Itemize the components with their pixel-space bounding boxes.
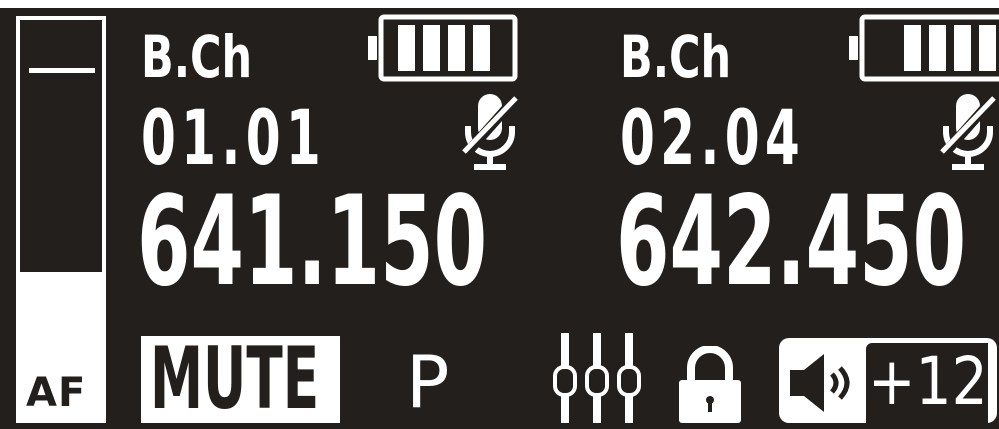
top-border [0, 0, 999, 8]
channel-1-battery-icon [368, 14, 518, 82]
channel-1-band: B.Ch [141, 23, 253, 91]
channel-1-frequency: 641.150 [137, 170, 488, 314]
lock-icon [679, 346, 741, 423]
volume-value: +12 [868, 343, 988, 420]
channel-2-battery-icon [849, 14, 999, 82]
mute-label: MUTE [150, 329, 320, 429]
channel-1-mic-muted-icon [462, 94, 518, 170]
channel-2-band: B.Ch [620, 23, 732, 91]
channel-2-frequency: 642.450 [616, 170, 967, 314]
af-peak-marker [29, 68, 95, 73]
af-label: AF [26, 370, 87, 416]
speaker-icon [790, 354, 850, 412]
channel-2-group-channel: 02.04 [620, 93, 806, 182]
channel-1-group-channel: 01.01 [141, 93, 327, 182]
preset-label: P [406, 340, 450, 424]
channel-2-mic-muted-icon [940, 94, 996, 170]
equalizer-icon [553, 333, 641, 423]
